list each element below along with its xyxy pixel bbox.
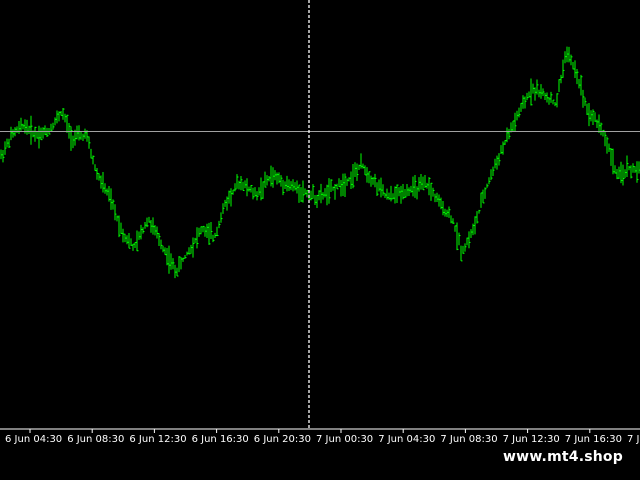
price-chart-canvas[interactable]: 6 Jun 04:30 6 Jun 08:30 6 Jun 12:30 6 Jun 1… (0, 0, 640, 480)
time-tick-label: 7 Jun 04:30 (378, 434, 435, 445)
time-tick-label: 6 Jun 20:30 (254, 434, 311, 445)
time-tick-label: 6 Jun 12:30 (129, 434, 186, 445)
chart-background (0, 0, 640, 480)
time-tick-label: 6 Jun 08:30 (67, 434, 124, 445)
time-tick-label: 6 Jun 04:30 (5, 434, 62, 445)
time-tick-label: 7 Jun 00:30 (316, 434, 373, 445)
watermark-text: www.mt4.shop (503, 449, 623, 465)
price-chart[interactable]: 6 Jun 04:30 6 Jun 08:30 6 Jun 12:30 6 Jun 1… (0, 0, 640, 480)
watermark-box: www.mt4.shop (497, 444, 629, 470)
time-tick-label: 6 Jun 16:30 (192, 434, 249, 445)
time-tick-label: 7 Jun 08:30 (440, 434, 497, 445)
